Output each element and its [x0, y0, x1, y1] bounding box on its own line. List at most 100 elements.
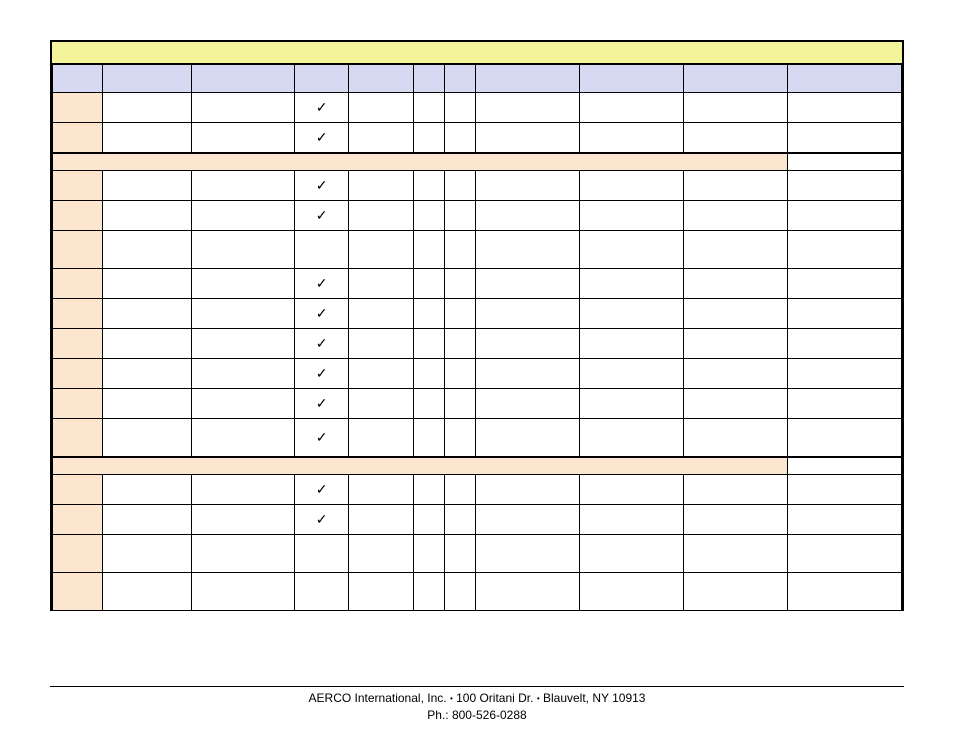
checkmark-cell: ✓ — [295, 419, 349, 457]
data-cell — [349, 171, 413, 201]
row-label — [53, 299, 103, 329]
data-cell — [102, 269, 191, 299]
data-cell — [787, 475, 901, 505]
data-cell — [579, 93, 683, 123]
data-cell — [192, 535, 295, 573]
row-label — [53, 535, 103, 573]
checkmark-cell: ✓ — [295, 201, 349, 231]
column-header — [444, 65, 475, 93]
data-cell — [413, 171, 444, 201]
data-cell — [413, 359, 444, 389]
data-cell — [349, 329, 413, 359]
table-row: ✓ — [53, 299, 902, 329]
data-cell — [683, 475, 787, 505]
row-label — [53, 505, 103, 535]
row-label — [53, 123, 103, 153]
row-label — [53, 359, 103, 389]
checkmark-cell: ✓ — [295, 505, 349, 535]
data-cell — [349, 419, 413, 457]
column-header — [683, 65, 787, 93]
data-table: ✓✓✓✓✓✓✓✓✓✓✓✓ — [52, 64, 902, 611]
data-cell — [444, 573, 475, 611]
data-cell — [295, 535, 349, 573]
data-cell — [787, 535, 901, 573]
footer-line-2: Ph.: 800-526-0288 — [50, 707, 904, 724]
title-bar — [52, 42, 902, 64]
data-cell — [413, 389, 444, 419]
data-cell — [413, 231, 444, 269]
data-cell — [475, 475, 579, 505]
data-cell — [787, 359, 901, 389]
column-header — [295, 65, 349, 93]
column-header — [475, 65, 579, 93]
data-cell — [683, 359, 787, 389]
section-band — [53, 457, 788, 475]
data-cell — [413, 419, 444, 457]
column-header — [579, 65, 683, 93]
data-cell — [475, 359, 579, 389]
data-cell — [787, 231, 901, 269]
row-label — [53, 93, 103, 123]
data-cell — [444, 505, 475, 535]
data-cell — [413, 201, 444, 231]
data-cell — [444, 231, 475, 269]
data-cell — [683, 419, 787, 457]
table-row: ✓ — [53, 419, 902, 457]
data-cell — [444, 201, 475, 231]
data-cell — [475, 201, 579, 231]
table-row: ✓ — [53, 475, 902, 505]
data-cell — [102, 535, 191, 573]
data-cell — [413, 505, 444, 535]
row-label — [53, 171, 103, 201]
data-cell — [475, 389, 579, 419]
data-cell — [579, 573, 683, 611]
data-cell — [102, 359, 191, 389]
bullet-icon: • — [537, 695, 540, 704]
data-cell — [579, 171, 683, 201]
data-cell — [683, 231, 787, 269]
table-row: ✓ — [53, 123, 902, 153]
checkmark-cell: ✓ — [295, 389, 349, 419]
checkmark-cell: ✓ — [295, 269, 349, 299]
data-cell — [102, 93, 191, 123]
data-cell — [349, 359, 413, 389]
data-cell — [192, 359, 295, 389]
data-cell — [787, 201, 901, 231]
column-header — [192, 65, 295, 93]
row-label — [53, 475, 103, 505]
data-cell — [475, 505, 579, 535]
column-header — [53, 65, 103, 93]
table-row: ✓ — [53, 201, 902, 231]
data-cell — [579, 475, 683, 505]
data-cell — [579, 389, 683, 419]
checkmark-cell: ✓ — [295, 475, 349, 505]
data-cell — [192, 123, 295, 153]
data-cell — [787, 269, 901, 299]
checkmark-cell: ✓ — [295, 329, 349, 359]
data-cell — [444, 329, 475, 359]
data-cell — [102, 201, 191, 231]
data-cell — [192, 475, 295, 505]
row-label — [53, 573, 103, 611]
table-row: ✓ — [53, 329, 902, 359]
data-cell — [475, 269, 579, 299]
data-cell — [413, 93, 444, 123]
table-row: ✓ — [53, 505, 902, 535]
checkmark-cell: ✓ — [295, 299, 349, 329]
row-label — [53, 389, 103, 419]
data-cell — [475, 93, 579, 123]
data-cell — [475, 419, 579, 457]
data-cell — [683, 505, 787, 535]
data-cell — [787, 329, 901, 359]
table-container: ✓✓✓✓✓✓✓✓✓✓✓✓ — [50, 40, 904, 611]
data-cell — [683, 201, 787, 231]
footer-address: 100 Oritani Dr. — [456, 691, 533, 705]
row-label — [53, 269, 103, 299]
data-cell — [475, 171, 579, 201]
data-cell — [683, 171, 787, 201]
data-cell — [579, 505, 683, 535]
section-divider — [53, 153, 902, 171]
data-cell — [102, 171, 191, 201]
data-cell — [413, 123, 444, 153]
data-cell — [444, 475, 475, 505]
